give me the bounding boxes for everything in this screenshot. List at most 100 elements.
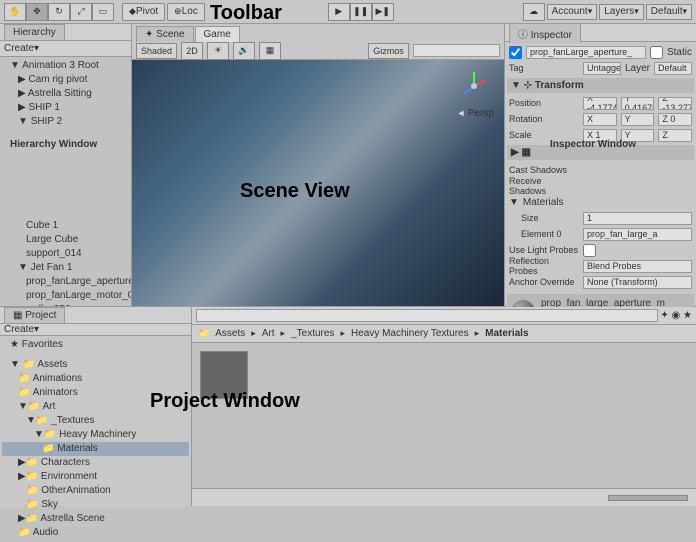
project-create[interactable]: Create (4, 324, 34, 335)
account-dropdown[interactable]: Account ▾ (547, 4, 598, 20)
folder-item[interactable]: 📁 Animations (2, 372, 189, 386)
reflection-dropdown[interactable]: Blend Probes (583, 260, 692, 273)
assets-folder[interactable]: ▼ 📁 Assets (2, 358, 189, 372)
project-content: ✦ ◉ ★ 📁 Assets ▸ Art ▸ _Textures ▸ Heavy… (192, 307, 696, 506)
hierarchy-item[interactable]: ▶ Astrella Sitting (2, 87, 129, 101)
rot-z[interactable]: Z 0 (658, 113, 692, 126)
hierarchy-panel: Hierarchy Create ▾ ▼ Animation 3 Root ▶ … (0, 24, 132, 306)
folder-item[interactable]: 📁 Materials (2, 442, 189, 456)
game-tab[interactable]: Game (195, 26, 240, 42)
rot-x[interactable]: X (583, 113, 617, 126)
pause-button[interactable]: ❚❚ (350, 3, 372, 21)
light-toggle[interactable]: ☀ (207, 42, 229, 60)
scl-y[interactable]: Y (621, 129, 655, 142)
inspector-panel: ⓘ Inspector prop_fanLarge_aperture_ Stat… (504, 24, 696, 306)
rotation-label: Rotation (509, 114, 579, 124)
hierarchy-item[interactable]: ▼ Animation 3 Root (2, 59, 129, 73)
folder-item[interactable]: ▶📁 Characters (2, 456, 189, 470)
rotate-tool[interactable]: ↻ (48, 3, 70, 21)
rect-tool[interactable]: ▭ (92, 3, 114, 21)
receive-shadows-label: Receive Shadows (509, 176, 579, 196)
reflection-label: Reflection Probes (509, 256, 579, 276)
object-name-field[interactable]: prop_fanLarge_aperture_ (526, 46, 646, 59)
scene-view[interactable]: ◄ Persp (132, 60, 504, 306)
scale-label: Scale (509, 130, 579, 140)
hand-tool[interactable]: ✋ (4, 3, 26, 21)
hierarchy-create[interactable]: Create (4, 43, 34, 54)
hierarchy-item[interactable]: prop_fanLarge_motor_00 (2, 289, 129, 303)
position-label: Position (509, 98, 579, 108)
asset-thumbnail[interactable] (200, 351, 248, 399)
gizmos-dropdown[interactable]: Gizmos (368, 43, 409, 59)
folder-item[interactable]: 📁 Animators (2, 386, 189, 400)
layers-dropdown[interactable]: Layers ▾ (599, 4, 644, 20)
folder-item[interactable]: ▼📁 Heavy Machinery (2, 428, 189, 442)
project-panel: ▦ Project Create ▾ ★ Favorites ▼ 📁 Asset… (0, 307, 192, 506)
pivot-toggle[interactable]: ◆ Pivot (122, 3, 165, 21)
hierarchy-item[interactable]: Cube 1 (2, 219, 129, 233)
fx-toggle[interactable]: ▦ (259, 42, 281, 60)
hierarchy-item[interactable]: support_014 (2, 247, 129, 261)
toolbar: ✋ ✥ ↻ ⤢ ▭ ◆ Pivot ⊕ Loc ▶ ❚❚ ▶❚ ☁ Accoun… (0, 0, 696, 24)
hierarchy-list[interactable]: ▼ Animation 3 Root ▶ Cam rig pivot ▶ Ast… (0, 57, 131, 306)
hierarchy-item[interactable]: ▶ SHIP 1 (2, 101, 129, 115)
tag-label: Tag (509, 63, 579, 73)
hierarchy-tab[interactable]: Hierarchy (4, 24, 65, 40)
mat-size-field[interactable]: 1 (583, 212, 692, 225)
2d-toggle[interactable]: 2D (181, 42, 203, 60)
project-search[interactable] (196, 309, 658, 322)
hierarchy-item[interactable]: walls_050 (2, 303, 129, 306)
anchor-label: Anchor Override (509, 277, 579, 287)
scene-panel: ✦ Scene Game Shaded 2D ☀ 🔊 ▦ Gizmos ◄ Pe… (132, 24, 504, 306)
audio-toggle[interactable]: 🔊 (233, 42, 255, 60)
hierarchy-item[interactable]: Large Cube (2, 233, 129, 247)
folder-item[interactable]: ▼📁 Art (2, 400, 189, 414)
transform-header[interactable]: ▼ ⊹ Transform (507, 78, 694, 93)
scene-tab[interactable]: ✦ Scene (136, 26, 194, 42)
local-toggle[interactable]: ⊕ Loc (167, 3, 205, 21)
hierarchy-item[interactable]: ▶ Cam rig pivot (2, 73, 129, 87)
anchor-field[interactable]: None (Transform) (583, 276, 692, 289)
thumbnail-size-slider[interactable] (608, 495, 688, 501)
folder-item[interactable]: ▶📁 Environment (2, 470, 189, 484)
inspector-tab[interactable]: ⓘ Inspector (509, 23, 581, 43)
element0-label: Element 0 (509, 229, 579, 239)
hierarchy-item[interactable]: prop_fanLarge_aperture_ (2, 275, 129, 289)
orientation-gizmo[interactable] (456, 68, 492, 104)
scl-x[interactable]: X 1 (583, 129, 617, 142)
pos-y[interactable]: Y 0.41676 (621, 97, 655, 110)
scene-search[interactable] (413, 44, 500, 57)
pos-z[interactable]: Z -13.277 (658, 97, 692, 110)
shading-dropdown[interactable]: Shaded (136, 43, 177, 59)
light-probes-label: Use Light Probes (509, 245, 579, 255)
folder-item[interactable]: 📁 Audio (2, 526, 189, 540)
scale-tool[interactable]: ⤢ (70, 3, 92, 21)
persp-label: ◄ Persp (456, 108, 494, 119)
folder-item[interactable]: 📁 OtherAnimation (2, 484, 189, 498)
tag-dropdown[interactable]: Untagged (583, 62, 621, 75)
breadcrumb[interactable]: 📁 Assets ▸ Art ▸ _Textures ▸ Heavy Machi… (192, 325, 696, 343)
materials-label: Materials (523, 197, 564, 208)
play-button[interactable]: ▶ (328, 3, 350, 21)
static-checkbox[interactable] (650, 46, 663, 59)
active-checkbox[interactable] (509, 46, 522, 59)
hierarchy-item[interactable]: ▼ SHIP 2 (2, 115, 129, 129)
element0-field[interactable]: prop_fan_large_a (583, 228, 692, 241)
light-probes-check[interactable] (583, 244, 596, 257)
rot-y[interactable]: Y (621, 113, 655, 126)
step-button[interactable]: ▶❚ (372, 3, 394, 21)
scl-z[interactable]: Z (658, 129, 692, 142)
project-tab[interactable]: ▦ Project (4, 307, 65, 323)
hierarchy-item[interactable]: ▼ Jet Fan 1 (2, 261, 129, 275)
folder-item[interactable]: ▼📁 _Textures (2, 414, 189, 428)
move-tool[interactable]: ✥ (26, 3, 48, 21)
pos-x[interactable]: X -4.1774 (583, 97, 617, 110)
favorites-folder[interactable]: ★ Favorites (2, 338, 189, 352)
folder-item[interactable]: 📁 Sky (2, 498, 189, 512)
layout-dropdown[interactable]: Default ▾ (646, 4, 692, 20)
cloud-button[interactable]: ☁ (523, 3, 545, 21)
mesh-header[interactable]: ▶ ▦ (507, 145, 694, 160)
mat-size-label: Size (509, 213, 579, 223)
layer-dropdown[interactable]: Default (654, 62, 692, 75)
folder-item[interactable]: ▶📁 Astrella Scene (2, 512, 189, 526)
